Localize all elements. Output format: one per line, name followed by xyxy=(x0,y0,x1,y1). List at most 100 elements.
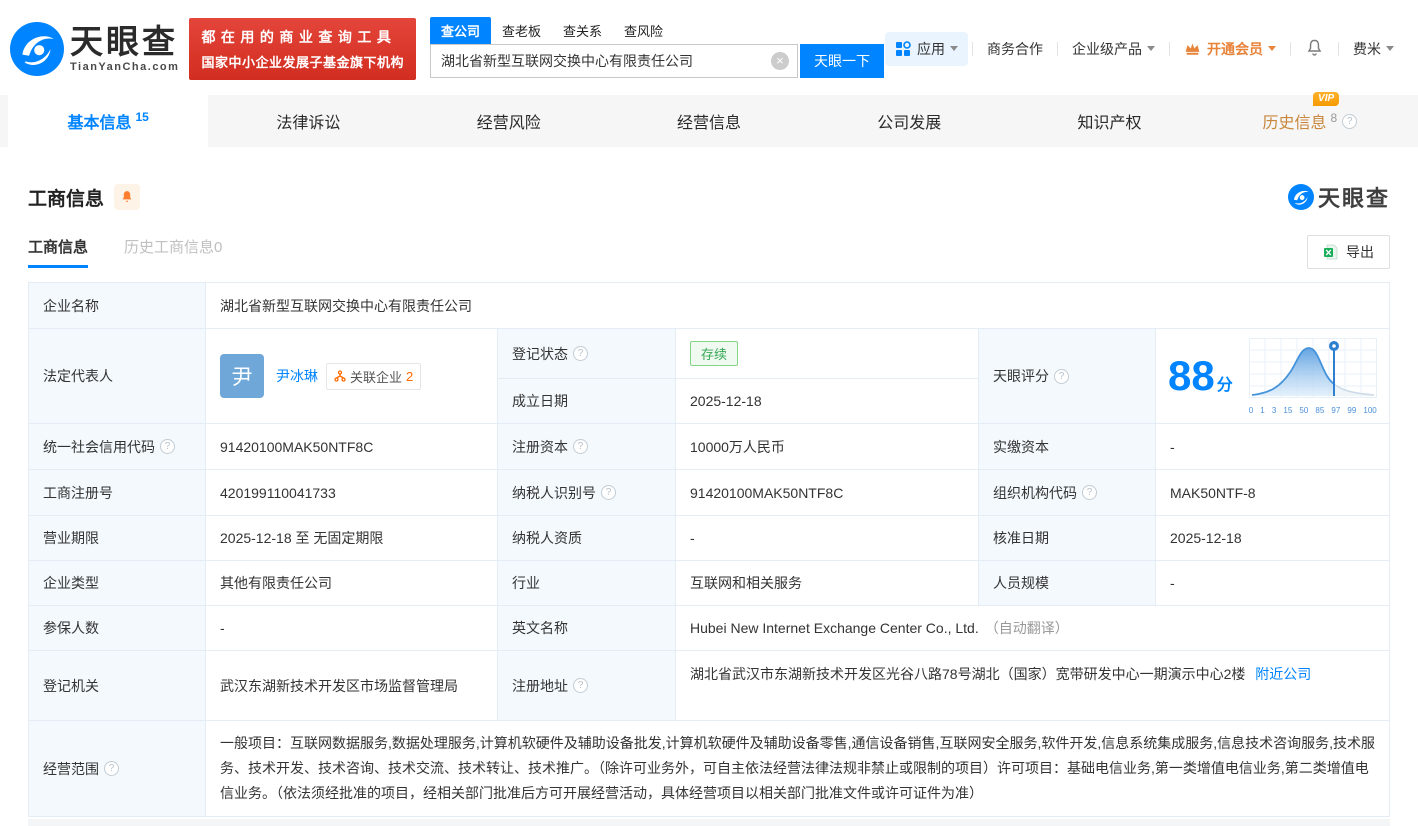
divider xyxy=(1057,41,1058,56)
tianyancha-watermark-icon xyxy=(1287,184,1314,210)
value-establish-date: 2025-12-18 xyxy=(676,379,978,423)
label-taxpayer-id: 纳税人识别号 ? xyxy=(498,470,676,515)
score-chart-ticks: 0 1 3 15 50 85 97 99 100 xyxy=(1248,405,1377,415)
nav-open-vip[interactable]: 开通会员 xyxy=(1174,39,1286,59)
nav-cooperation[interactable]: 商务合作 xyxy=(977,39,1053,59)
tab-legal-proceedings[interactable]: 法律诉讼 xyxy=(208,95,408,147)
help-icon[interactable]: ? xyxy=(104,761,119,776)
search-tabs: 查公司 查老板 查关系 查风险 xyxy=(429,17,884,44)
tab-history-count: 8 xyxy=(1330,111,1338,125)
divider xyxy=(1290,41,1291,56)
value-registration-status: 存续 xyxy=(676,329,978,378)
nav-user-account[interactable]: 费米 xyxy=(1343,39,1404,59)
help-icon[interactable]: ? xyxy=(1082,485,1097,500)
search-tab-boss[interactable]: 查老板 xyxy=(491,17,552,44)
value-taxpayer-quality: - xyxy=(676,516,979,560)
tab-operating-info[interactable]: 经营信息 xyxy=(609,95,809,147)
search-input[interactable] xyxy=(429,44,798,78)
label-insured-count: 参保人数 xyxy=(29,606,206,650)
value-legal-representative: 尹 尹冰琳 关联企业 2 xyxy=(206,329,498,423)
tab-legal-label: 法律诉讼 xyxy=(276,115,341,132)
related-companies-badge[interactable]: 关联企业 2 xyxy=(326,362,422,390)
value-company-type: 其他有限责任公司 xyxy=(206,561,498,605)
business-info-table: 企业名称 湖北省新型互联网交换中心有限责任公司 法定代表人 尹 尹冰琳 关联企业… xyxy=(28,282,1390,817)
tianyancha-logo-icon xyxy=(10,21,64,76)
label-approval-date: 核准日期 xyxy=(979,516,1156,560)
chevron-down-icon xyxy=(1386,46,1394,51)
label-registered-address: 注册地址 ? xyxy=(498,651,676,720)
nav-apps[interactable]: 应用 xyxy=(885,31,968,66)
section-title: 工商信息 xyxy=(28,188,105,210)
bell-icon xyxy=(122,191,132,202)
label-registered-capital: 注册资本 ? xyxy=(498,424,676,469)
label-organization-code: 组织机构代码 ? xyxy=(979,470,1156,515)
value-organization-code: MAK50NTF-8 xyxy=(1156,470,1389,515)
search-button[interactable]: 天眼一下 xyxy=(799,44,884,78)
tab-basic-label: 基本信息 xyxy=(67,115,132,132)
top-nav: 应用 商务合作 企业级产品 开通会员 费米 xyxy=(885,31,1404,66)
help-icon[interactable]: ? xyxy=(573,678,588,693)
main-content: 工商信息 天眼查 工商信息 历史工商信息0 导出 企业名称 湖北省新型互联网交换… xyxy=(0,181,1418,826)
search-tab-relation[interactable]: 查关系 xyxy=(552,17,613,44)
label-industry: 行业 xyxy=(498,561,676,605)
monitor-bell-button[interactable] xyxy=(114,184,141,210)
nav-enterprise-products[interactable]: 企业级产品 xyxy=(1062,39,1165,59)
legal-rep-avatar[interactable]: 尹 xyxy=(220,354,264,398)
label-company-type: 企业类型 xyxy=(29,561,206,605)
help-icon[interactable]: ? xyxy=(1054,368,1069,384)
tab-ip-label: 知识产权 xyxy=(1077,115,1142,132)
nearby-companies-link[interactable]: 附近公司 xyxy=(1255,666,1311,682)
vip-badge: VIP xyxy=(1313,92,1340,106)
nav-vip-label: 开通会员 xyxy=(1207,40,1263,57)
related-companies-label: 关联企业 xyxy=(350,369,403,385)
notification-bell[interactable] xyxy=(1295,38,1334,60)
tab-basic-info[interactable]: 基本信息 15 xyxy=(8,95,209,147)
apps-grid-icon xyxy=(895,40,911,57)
help-icon[interactable]: ? xyxy=(573,346,588,361)
value-business-term: 2025-12-18 至 无固定期限 xyxy=(206,516,498,560)
export-button[interactable]: 导出 xyxy=(1307,235,1390,269)
subtab-history-business-info[interactable]: 历史工商信息0 xyxy=(124,236,222,268)
help-icon[interactable]: ? xyxy=(573,439,588,454)
tab-intellectual-property[interactable]: 知识产权 xyxy=(1009,95,1209,147)
label-paid-in-capital: 实缴资本 xyxy=(979,424,1156,469)
legal-rep-name-link[interactable]: 尹冰琳 xyxy=(276,366,318,386)
excel-icon xyxy=(1324,244,1338,260)
help-icon[interactable]: ? xyxy=(601,485,616,500)
label-business-scope: 经营范围 ? xyxy=(29,721,206,816)
page-bottom-strip xyxy=(28,819,1390,826)
label-staff-size: 人员规模 xyxy=(979,561,1156,605)
label-credit-code: 统一社会信用代码 ? xyxy=(29,424,206,469)
export-label: 导出 xyxy=(1346,244,1374,260)
value-registered-address: 湖北省武汉市东湖新技术开发区光谷八路78号湖北（国家）宽带研发中心一期演示中心2… xyxy=(676,651,1389,720)
value-tianyan-score: 88 分 0 1 3 15 50 85 97 99 100 xyxy=(1156,329,1389,423)
tab-operation-label: 经营信息 xyxy=(676,115,741,132)
clear-icon[interactable]: × xyxy=(770,52,789,70)
subtab-business-info[interactable]: 工商信息 xyxy=(28,236,89,268)
help-icon[interactable]: ? xyxy=(1342,113,1358,129)
chevron-down-icon xyxy=(1268,46,1276,51)
nav-enterprise-label: 企业级产品 xyxy=(1072,40,1142,57)
tab-company-development[interactable]: 公司发展 xyxy=(809,95,1009,147)
tab-history-info[interactable]: VIP 历史信息 8 ? xyxy=(1210,92,1410,147)
score-number: 88 分 xyxy=(1168,352,1233,399)
value-taxpayer-id: 91420100MAK50NTF8C xyxy=(676,470,979,515)
label-company-name: 企业名称 xyxy=(29,283,206,328)
label-establish-date: 成立日期 xyxy=(498,379,676,423)
label-registration-number: 工商注册号 xyxy=(29,470,206,515)
value-registration-number: 420199110041733 xyxy=(206,470,498,515)
tianyancha-logo[interactable]: 天眼查 TianYanCha.com xyxy=(10,21,179,76)
value-business-scope: 一般项目：互联网数据服务,数据处理服务,计算机软硬件及辅助设备批发,计算机软硬件… xyxy=(206,721,1389,816)
tab-history-label: 历史信息 xyxy=(1262,115,1327,132)
tab-operating-risk[interactable]: 经营风险 xyxy=(409,95,609,147)
search-tab-company[interactable]: 查公司 xyxy=(429,17,491,44)
tab-development-label: 公司发展 xyxy=(877,115,942,132)
help-icon[interactable]: ? xyxy=(160,439,175,454)
label-tianyan-score: 天眼评分 ? xyxy=(979,329,1156,423)
chevron-down-icon xyxy=(950,46,958,51)
search-tab-risk[interactable]: 查风险 xyxy=(613,17,674,44)
tab-basic-count: 15 xyxy=(135,110,149,124)
value-insured-count: - xyxy=(206,606,498,650)
logo-text: 天眼查 TianYanCha.com xyxy=(70,25,179,73)
chevron-down-icon xyxy=(1147,46,1155,51)
